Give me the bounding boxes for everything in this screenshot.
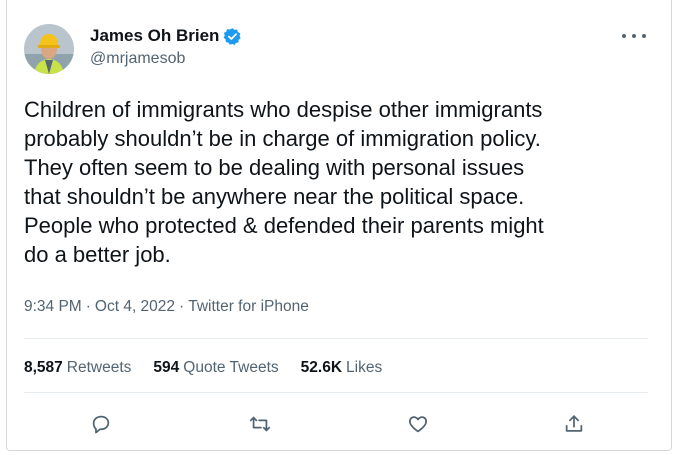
more-options-icon[interactable] xyxy=(622,26,646,46)
likes-stat[interactable]: 52.6K Likes xyxy=(301,359,383,377)
reply-button[interactable] xyxy=(83,406,119,442)
tweet-line: do a better job. xyxy=(24,242,171,267)
retweet-icon xyxy=(249,416,271,432)
tweet-line: People who protected & defended their pa… xyxy=(24,213,544,238)
tweet-meta: 9:34 PM · Oct 4, 2022 · Twitter for iPhone xyxy=(24,298,309,316)
divider xyxy=(24,392,648,393)
tweet-line: They often seem to be dealing with perso… xyxy=(24,155,525,180)
divider xyxy=(24,338,648,339)
tweet-date[interactable]: Oct 4, 2022 xyxy=(95,298,175,315)
tweet-stats: 8,587 Retweets 594 Quote Tweets 52.6K Likes xyxy=(24,359,404,377)
meta-separator: · xyxy=(85,298,91,315)
verified-badge-icon xyxy=(223,27,242,46)
likes-label: Likes xyxy=(346,359,383,376)
share-icon xyxy=(565,415,583,432)
tweet-line: probably shouldn’t be in charge of immig… xyxy=(24,126,541,151)
dot xyxy=(632,34,636,38)
retweets-stat[interactable]: 8,587 Retweets xyxy=(24,359,131,377)
share-button[interactable] xyxy=(556,406,592,442)
author-name-row: James Oh Brien xyxy=(90,26,242,46)
heart-icon xyxy=(408,416,428,433)
dot xyxy=(642,34,646,38)
tweet-source[interactable]: Twitter for iPhone xyxy=(188,298,309,315)
avatar[interactable] xyxy=(24,24,74,74)
author-display-name[interactable]: James Oh Brien xyxy=(90,26,219,46)
author-handle[interactable]: @mrjamesob xyxy=(90,50,185,68)
reply-icon xyxy=(92,415,110,434)
like-button[interactable] xyxy=(400,406,436,442)
tweet-text: Children of immigrants who despise other… xyxy=(24,95,664,269)
quote-tweets-label: Quote Tweets xyxy=(183,359,279,376)
meta-separator: · xyxy=(179,298,185,315)
tweet-time[interactable]: 9:34 PM xyxy=(24,298,82,315)
retweets-count: 8,587 xyxy=(24,359,63,376)
likes-count: 52.6K xyxy=(300,359,343,376)
tweet-line: that shouldn’t be anywhere near the poli… xyxy=(24,184,525,209)
tweet-line: Children of immigrants who despise other… xyxy=(24,97,543,122)
retweets-label: Retweets xyxy=(66,359,132,376)
person-in-hardhat-avatar-icon xyxy=(24,24,74,74)
quote-tweets-count: 594 xyxy=(153,359,180,376)
retweet-button[interactable] xyxy=(242,406,278,442)
quote-tweets-stat[interactable]: 594 Quote Tweets xyxy=(153,359,278,377)
action-bar xyxy=(0,406,680,442)
dot xyxy=(622,34,626,38)
